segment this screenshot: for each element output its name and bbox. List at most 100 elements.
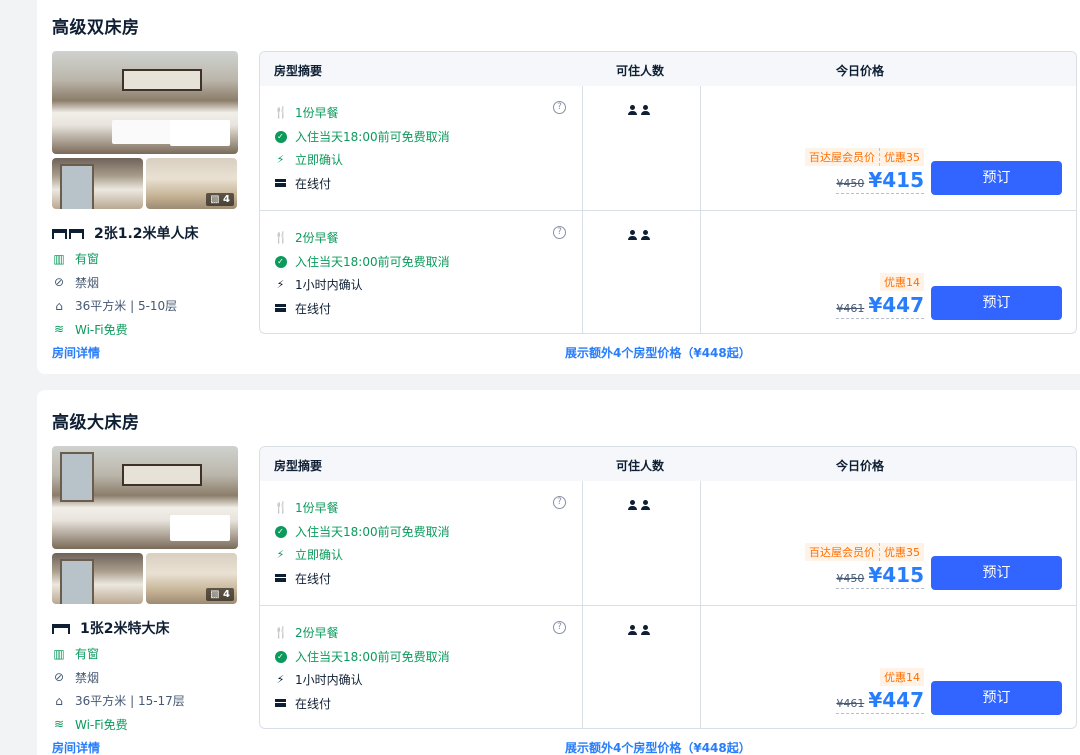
cutlery-icon: 🍴 [274,231,288,245]
room-card: 高级双床房 ▧ 4 2张1.2米单人床 ▥ 有窗 ⊘ 禁烟 ⌂ 36平方米 | 5-1… [37,0,1080,374]
rate-table: 房型摘要 可住人数 今日价格 🍴 1份早餐 ✓ 入住当天18:00前可免费取消 ⚡ 立… [259,51,1077,334]
cancel-policy[interactable]: ✓ 入住当天18:00前可免费取消 [274,125,450,149]
price-tags: 百达屋会员价 优惠35 [805,148,924,166]
room-attr-smoking: ⊘ 禁烟 [52,271,252,295]
price-tags: 优惠14 [880,668,924,686]
bed-type: 2张1.2米单人床 [52,223,252,243]
guest-capacity [628,625,650,636]
current-price: ¥447 [868,688,924,712]
price-tags: 百达屋会员价 优惠35 [805,543,924,561]
room-photo-thumb[interactable] [52,553,143,604]
discount-tag: 优惠14 [884,671,920,684]
lightning-icon: ⚡ [276,278,285,292]
room-photos[interactable]: ▧ 4 [52,446,238,604]
attr-label: 36平方米 | 5-10层 [75,299,178,314]
rate-table-header: 房型摘要 可住人数 今日价格 [260,52,1076,86]
bed-image [170,120,230,146]
discount-tag: 优惠35 [879,148,924,166]
payment-info: 在线付 [274,297,450,321]
room-details-link[interactable]: 房间详情 [52,739,100,755]
guest-capacity [628,230,650,241]
breakfast-info: 🍴 1份早餐 [274,101,450,125]
payment-label: 在线付 [295,571,332,586]
window-image [60,452,94,502]
guest-capacity [628,500,650,511]
bed-image [112,120,172,144]
room-photo-thumb[interactable] [52,158,143,209]
payment-info: 在线付 [274,172,450,196]
credit-card-icon [274,302,287,315]
room-attr-window: ▥ 有窗 [52,247,252,271]
cancel-policy[interactable]: ✓ 入住当天18:00前可免费取消 [274,250,450,274]
check-circle-icon: ✓ [274,129,287,144]
window-image [60,164,94,209]
cancel-label: 入住当天18:00前可免费取消 [295,129,450,144]
room-details-link[interactable]: 房间详情 [52,344,100,361]
room-photo-thumb[interactable]: ▧ 4 [146,158,237,209]
credit-card-icon [274,572,287,585]
room-photos[interactable]: ▧ 4 [52,51,238,209]
room-attr-area: ⌂ 36平方米 | 5-10层 [52,294,252,318]
room-photo-thumb[interactable]: ▧ 4 [146,553,237,604]
room-photo-main[interactable] [52,446,238,549]
bed-image [170,515,230,541]
breakfast-label: 1份早餐 [295,106,339,121]
cutlery-icon: 🍴 [274,501,288,515]
current-price: ¥415 [868,168,924,192]
wall-art-image [122,69,202,91]
original-price: ¥461 [836,302,865,315]
rate-row: 🍴 1份早餐 ✓ 入住当天18:00前可免费取消 ⚡ 立即确认 在线付 ? 百达屋会员… [260,86,1076,210]
confirm-info: ⚡ 立即确认 [274,148,450,172]
photo-count: 4 [223,194,230,205]
rate-row: 🍴 2份早餐 ✓ 入住当天18:00前可免费取消 ⚡ 1小时内确认 在线付 ? 优惠1… [260,210,1076,333]
discount-tag: 优惠14 [884,276,920,289]
area-icon: ⌂ [55,693,63,708]
person-icon [628,105,637,116]
person-icon [628,230,637,241]
wifi-icon: ≋ [53,717,65,732]
book-button[interactable]: 预订 [931,556,1062,590]
wall-art-image [122,464,202,486]
book-button[interactable]: 预订 [931,161,1062,195]
person-icon [628,625,637,636]
attr-label: 有窗 [75,647,100,662]
cancel-label: 入住当天18:00前可免费取消 [295,524,450,539]
photo-count-badge: ▧ 4 [206,588,234,601]
window-icon: ▥ [53,646,65,661]
person-icon [628,500,637,511]
header-summary: 房型摘要 [274,459,323,473]
help-icon[interactable]: ? [553,621,566,634]
room-photo-main[interactable] [52,51,238,154]
person-icon [641,500,650,511]
confirm-label: 立即确认 [295,153,344,168]
guest-capacity [628,105,650,116]
cancel-policy[interactable]: ✓ 入住当天18:00前可免费取消 [274,645,450,669]
breakfast-info: 🍴 2份早餐 [274,226,450,250]
show-more-rates-link[interactable]: 展示额外4个房型价格（¥448起） [565,739,751,755]
confirm-info: ⚡ 1小时内确认 [274,668,450,692]
header-summary: 房型摘要 [274,64,323,78]
help-icon[interactable]: ? [553,101,566,114]
help-icon[interactable]: ? [553,226,566,239]
attr-label: 禁烟 [75,275,100,290]
breakfast-label: 1份早餐 [295,501,339,516]
book-button[interactable]: 预订 [931,286,1062,320]
person-icon [641,230,650,241]
attr-label: 禁烟 [75,670,100,685]
room-attr-wifi: ≋ Wi-Fi免费 [52,318,252,342]
breakfast-info: 🍴 2份早餐 [274,621,450,645]
area-icon: ⌂ [55,298,63,313]
cancel-policy[interactable]: ✓ 入住当天18:00前可免费取消 [274,520,450,544]
original-price: ¥450 [836,177,865,190]
book-button[interactable]: 预订 [931,681,1062,715]
confirm-label: 1小时内确认 [295,278,363,293]
member-price-tag: 百达屋会员价 [809,546,875,559]
lightning-icon: ⚡ [276,673,285,687]
cutlery-icon: 🍴 [274,106,288,120]
help-icon[interactable]: ? [553,496,566,509]
room-attr-window: ▥ 有窗 [52,642,252,666]
photo-count-badge: ▧ 4 [206,193,234,206]
rate-table-header: 房型摘要 可住人数 今日价格 [260,447,1076,481]
rate-table: 房型摘要 可住人数 今日价格 🍴 1份早餐 ✓ 入住当天18:00前可免费取消 ⚡ 立… [259,446,1077,729]
show-more-rates-link[interactable]: 展示额外4个房型价格（¥448起） [565,344,751,361]
